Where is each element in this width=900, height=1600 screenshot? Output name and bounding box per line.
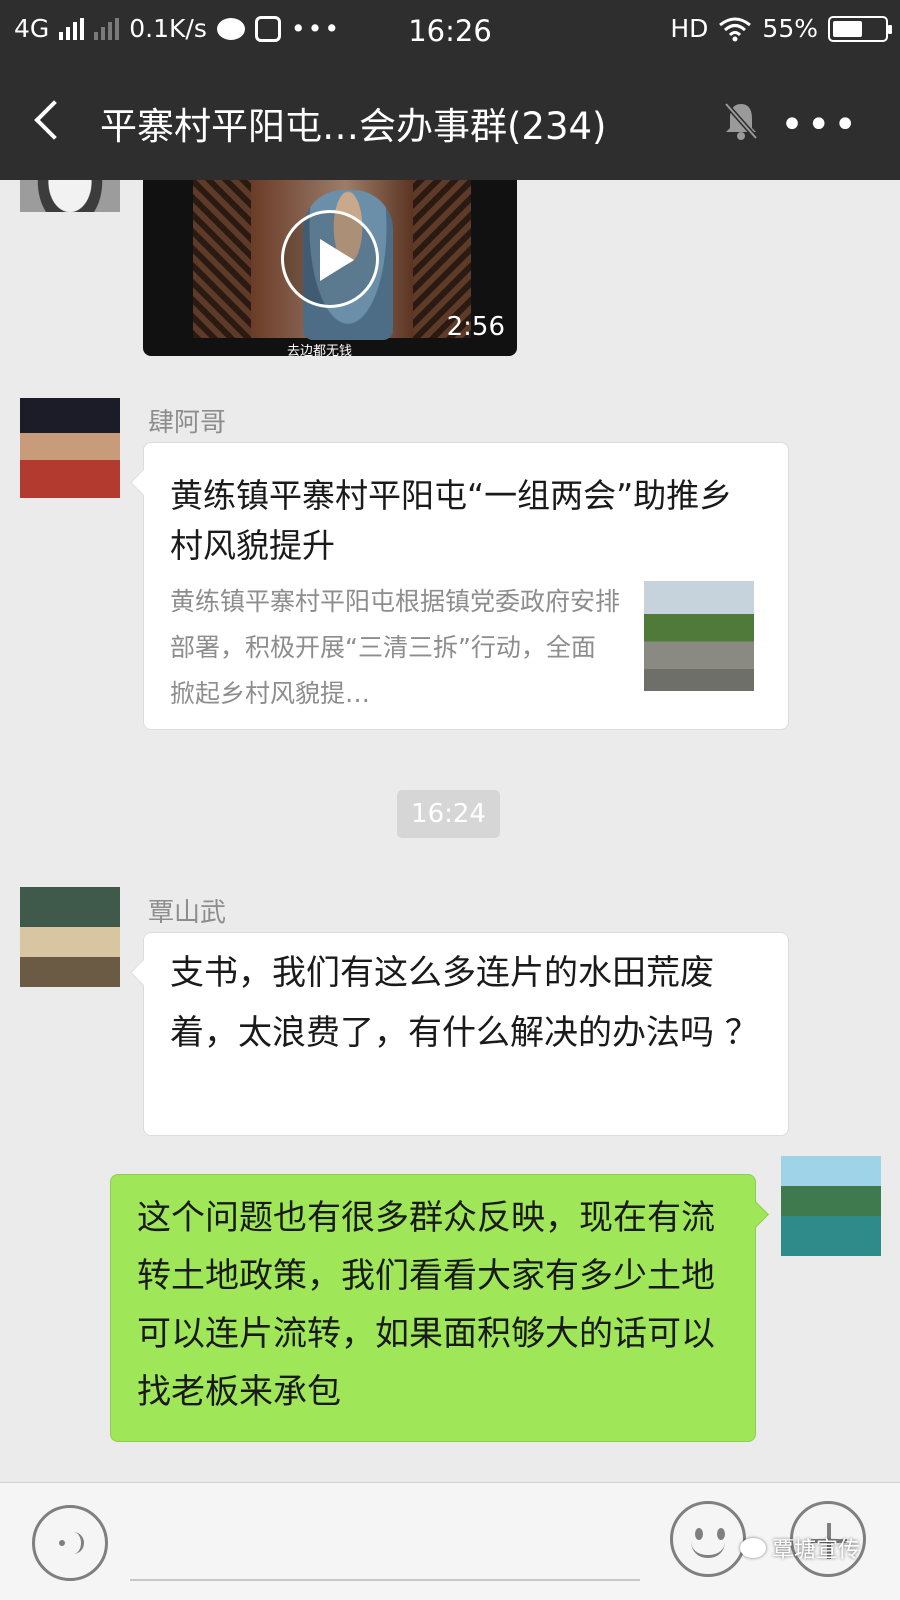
sender-name: 覃山武 — [148, 898, 227, 928]
video-caption: 去边都无钱 — [287, 344, 353, 356]
sender-name: 肆阿哥 — [148, 408, 227, 438]
video-scene-left — [193, 180, 251, 338]
watermark-label: 覃塘宣传 — [772, 1538, 861, 1563]
link-card[interactable]: 黄练镇平寨村平阳屯“一组两会”助推乡村风貌提升 黄练镇平寨村平阳屯根据镇党委政府… — [143, 442, 789, 730]
link-title: 黄练镇平寨村平阳屯“一组两会”助推乡村风貌提升 — [170, 476, 733, 565]
wechat-icon — [740, 1538, 766, 1558]
link-thumbnail — [644, 581, 754, 691]
group-title: 平寨村平阳屯…会办事群(234) — [100, 105, 607, 148]
message-text: 支书，我们有这么多连片的水田荒废着，太浪费了，有什么解决的办法吗 ？ — [170, 953, 759, 1053]
more-options-button[interactable]: ••• — [780, 102, 860, 148]
battery-fill — [833, 20, 862, 37]
message-bubble[interactable]: 支书，我们有这么多连片的水田荒废着，太浪费了，有什么解决的办法吗 ？ — [143, 932, 789, 1136]
emoji-eye-right — [717, 1528, 725, 1540]
back-button[interactable] — [30, 100, 70, 144]
wifi-icon — [719, 17, 752, 41]
chat-area[interactable]: 去边都无钱 2:56 肆阿哥 黄练镇平寨村平阳屯“一组两会”助推乡村风貌提升 黄… — [0, 180, 900, 1482]
emoji-eye-left — [695, 1528, 703, 1540]
video-message[interactable]: 去边都无钱 2:56 — [143, 180, 517, 356]
self-message-bubble[interactable]: 这个问题也有很多群众反映，现在有流转土地政策，我们看看大家有多少土地可以连片流转… — [110, 1174, 756, 1442]
battery-icon — [828, 15, 892, 42]
emoji-mouth — [691, 1542, 725, 1558]
play-icon[interactable] — [281, 210, 379, 308]
emoji-button[interactable] — [670, 1501, 746, 1577]
battery-percent: 55% — [762, 14, 818, 43]
message-text: 这个问题也有很多群众反映，现在有流转土地政策，我们看看大家有多少土地可以连片流转… — [137, 1198, 715, 1412]
video-duration: 2:56 — [446, 312, 505, 342]
link-description: 黄练镇平寨村平阳屯根据镇党委政府安排部署，积极开展“三清三拆”行动，全面掀起乡村… — [170, 587, 621, 708]
mute-bell-icon — [724, 102, 758, 140]
message-input[interactable] — [130, 1579, 640, 1581]
avatar[interactable] — [20, 887, 120, 987]
status-right: HD 55% — [670, 14, 892, 43]
avatar[interactable] — [20, 398, 120, 498]
voice-input-button[interactable] — [32, 1505, 108, 1581]
chat-header: 平寨村平阳屯…会办事群(234) ••• — [0, 62, 900, 180]
avatar[interactable] — [20, 180, 120, 212]
hd-indicator: HD — [670, 14, 709, 43]
status-bar: 4G 0.1K/s ••• 16:26 HD 55% — [0, 0, 900, 62]
self-avatar[interactable] — [781, 1156, 881, 1256]
time-divider: 16:24 — [397, 790, 500, 838]
watermark: 覃塘宣传 — [740, 1532, 860, 1564]
